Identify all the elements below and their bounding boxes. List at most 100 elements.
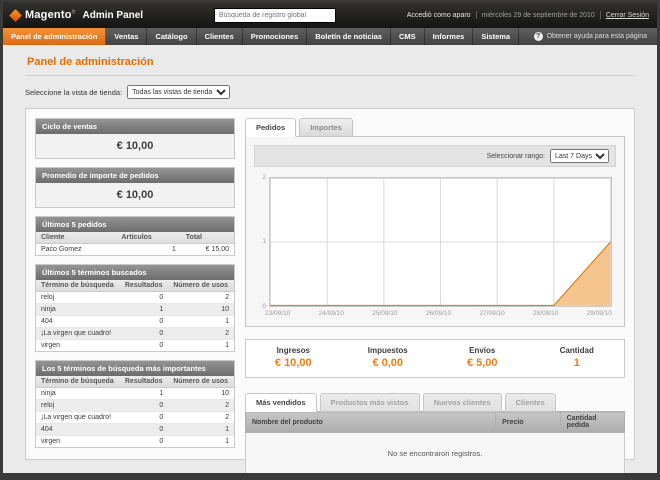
logged-in-as: Accedió como aparo bbox=[407, 12, 471, 19]
tab-productos-mas-vistos[interactable]: Productos más vistos bbox=[320, 393, 420, 412]
brand-subtitle: Admin Panel bbox=[83, 10, 144, 21]
stat-label: Impuestos bbox=[341, 346, 436, 355]
cell: 0 bbox=[120, 292, 168, 304]
top-search-terms-box: Los 5 términos de búsqueda más important… bbox=[35, 360, 235, 448]
page-frame: Magento® Admin Panel Accedió como aparo … bbox=[3, 2, 657, 473]
products-table: Nombre del producto Precio Cantidad pedi… bbox=[245, 411, 625, 473]
cell: reloj bbox=[36, 400, 120, 412]
cell: virgen bbox=[36, 436, 120, 448]
stat-ingresos: Ingresos € 10,00 bbox=[246, 346, 341, 369]
cell: 0 bbox=[120, 412, 168, 424]
tab-importes[interactable]: Importes bbox=[299, 118, 353, 137]
nav-item-informes[interactable]: Informes bbox=[425, 28, 474, 45]
divider bbox=[600, 11, 601, 19]
cell: 1 bbox=[168, 340, 234, 352]
range-select[interactable]: Last 7 Days bbox=[550, 149, 609, 163]
cell: 0 bbox=[120, 400, 168, 412]
stat-label: Ingresos bbox=[246, 346, 341, 355]
table-row[interactable]: ¡La virgen que cuadro!02 bbox=[36, 412, 234, 424]
tab-nuevos-clientes[interactable]: Nuevos clientes bbox=[423, 393, 502, 412]
table-row[interactable]: ¡La virgen que cuadro!02 bbox=[36, 328, 234, 340]
stat-value: € 0,00 bbox=[341, 357, 436, 369]
nav-item-boletin[interactable]: Boletín de noticias bbox=[307, 28, 391, 45]
content-area: Panel de administración Seleccione la vi… bbox=[3, 45, 657, 473]
dashboard: Ciclo de ventas € 10,00 Promedio de impo… bbox=[25, 108, 635, 460]
nav-item-ventas[interactable]: Ventas bbox=[106, 28, 147, 45]
column-header: Resultados bbox=[120, 280, 168, 292]
stat-envios: Envíos € 5,00 bbox=[435, 346, 530, 369]
page-help-link[interactable]: ? Obtener ayuda para esta página bbox=[524, 28, 657, 45]
table-row[interactable]: reloj02 bbox=[36, 292, 234, 304]
store-view-select[interactable]: Todas las vistas de tienda bbox=[127, 85, 230, 99]
table-row[interactable]: Paco Gomez 1 € 15.00 bbox=[36, 244, 234, 256]
dashboard-left-column: Ciclo de ventas € 10,00 Promedio de impo… bbox=[35, 118, 235, 450]
cell: € 15.00 bbox=[181, 244, 234, 256]
tab-mas-vendidos[interactable]: Más vendidos bbox=[245, 393, 317, 412]
stat-value: 1 bbox=[530, 357, 625, 369]
last-search-terms-table: Término de búsqueda Resultados Número de… bbox=[36, 280, 234, 351]
cell: 10 bbox=[168, 304, 234, 316]
lifetime-sales-title: Ciclo de ventas bbox=[36, 119, 234, 134]
column-header: Total bbox=[181, 232, 234, 244]
x-tick: 27/09/10 bbox=[479, 310, 504, 317]
trademark-mark: ® bbox=[72, 9, 76, 15]
cell: ninja bbox=[36, 304, 120, 316]
current-date: miércoles 29 de septiembre de 2010 bbox=[482, 12, 595, 19]
nav-item-cms[interactable]: CMS bbox=[391, 28, 425, 45]
x-tick: 29/09/10 bbox=[587, 310, 612, 317]
cell: 404 bbox=[36, 424, 120, 436]
nav-item-clientes[interactable]: Clientes bbox=[197, 28, 243, 45]
brand-name: Magento® bbox=[25, 9, 76, 21]
nav-item-catalogo[interactable]: Catálogo bbox=[147, 28, 196, 45]
stat-value: € 5,00 bbox=[435, 357, 530, 369]
table-row[interactable]: virgen01 bbox=[36, 340, 234, 352]
last-search-terms-box: Últimos 5 términos buscados Término de b… bbox=[35, 264, 235, 352]
last-orders-box: Últimos 5 pedidos Cliente Artículos Tota… bbox=[35, 216, 235, 256]
column-header: Resultados bbox=[120, 376, 168, 388]
cell: reloj bbox=[36, 292, 120, 304]
range-bar: Seleccionar rango: Last 7 Days bbox=[254, 145, 616, 167]
top-search-terms-title: Los 5 términos de búsqueda más important… bbox=[36, 361, 234, 376]
cell: 1 bbox=[168, 316, 234, 328]
cell: 2 bbox=[168, 328, 234, 340]
cell: ninja bbox=[36, 388, 120, 400]
cell: 1 bbox=[168, 436, 234, 448]
logout-link[interactable]: Cerrar Sesión bbox=[606, 12, 649, 19]
last-search-terms-title: Últimos 5 términos buscados bbox=[36, 265, 234, 280]
chart-x-axis: 23/09/10 24/09/10 25/09/10 26/09/10 27/0… bbox=[265, 307, 612, 318]
table-row[interactable]: 40401 bbox=[36, 424, 234, 436]
chart-tabs: Pedidos Importes bbox=[245, 118, 625, 137]
chart-plot-area bbox=[269, 177, 612, 307]
average-orders-title: Promedio de importe de pedidos bbox=[36, 168, 234, 183]
empty-message: No se encontraron registros. bbox=[246, 433, 625, 474]
header-user-area: Accedió como aparo miércoles 29 de septi… bbox=[407, 11, 649, 19]
global-search-input[interactable] bbox=[214, 8, 336, 23]
help-label: Obtener ayuda para esta página bbox=[547, 33, 647, 40]
orders-chart-svg bbox=[270, 178, 611, 306]
average-orders-box: Promedio de importe de pedidos € 10,00 bbox=[35, 167, 235, 208]
x-tick: 24/09/10 bbox=[319, 310, 344, 317]
table-row[interactable]: virgen01 bbox=[36, 436, 234, 448]
products-tabs: Más vendidos Productos más vistos Nuevos… bbox=[245, 393, 625, 412]
x-tick: 25/09/10 bbox=[372, 310, 397, 317]
table-row[interactable]: 40401 bbox=[36, 316, 234, 328]
table-row[interactable]: ninja110 bbox=[36, 304, 234, 316]
tab-clientes[interactable]: Clientes bbox=[505, 393, 556, 412]
cell: 0 bbox=[120, 436, 168, 448]
store-view-switcher: Seleccione la vista de tienda: Todas las… bbox=[25, 85, 635, 99]
table-row[interactable]: ninja110 bbox=[36, 388, 234, 400]
cell: 1 bbox=[116, 244, 180, 256]
nav-item-sistema[interactable]: Sistema bbox=[473, 28, 519, 45]
y-tick: 2 bbox=[262, 174, 266, 181]
tab-pedidos[interactable]: Pedidos bbox=[245, 118, 296, 137]
help-icon: ? bbox=[534, 32, 543, 41]
stat-impuestos: Impuestos € 0,00 bbox=[341, 346, 436, 369]
table-row[interactable]: reloj02 bbox=[36, 400, 234, 412]
cell: 10 bbox=[168, 388, 234, 400]
cell: 0 bbox=[120, 328, 168, 340]
nav-item-dashboard[interactable]: Panel de administración bbox=[3, 28, 106, 45]
nav-item-promociones[interactable]: Promociones bbox=[243, 28, 308, 45]
lifetime-sales-value: € 10,00 bbox=[36, 134, 234, 158]
stat-label: Cantidad bbox=[530, 346, 625, 355]
cell: 2 bbox=[168, 292, 234, 304]
